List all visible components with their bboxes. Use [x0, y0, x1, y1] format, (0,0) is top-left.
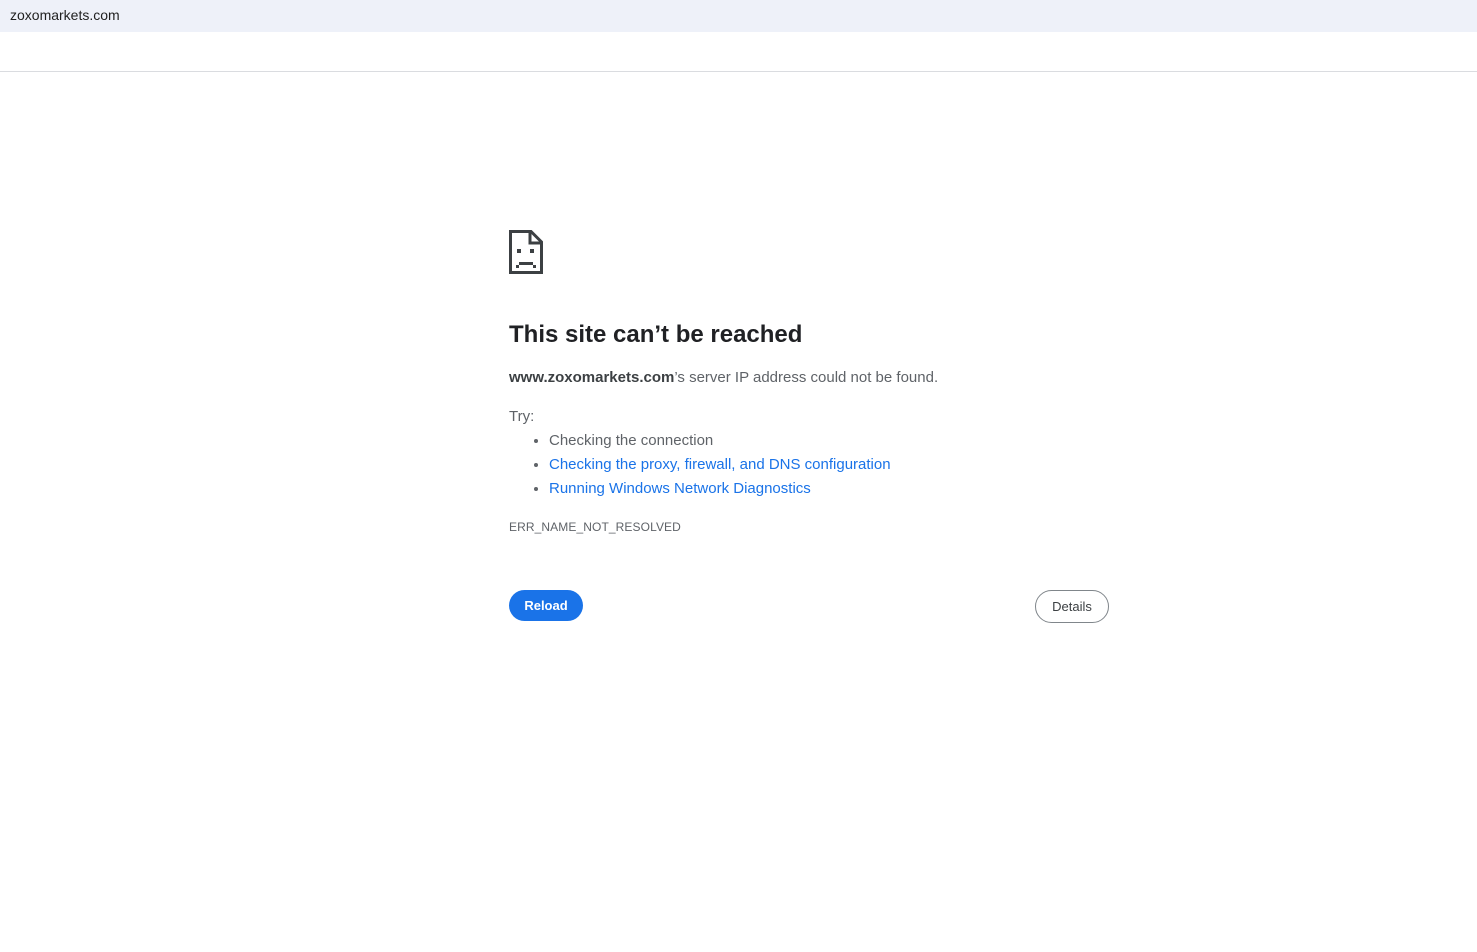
toolbar-area	[0, 32, 1477, 72]
address-bar[interactable]: zoxomarkets.com	[0, 0, 1477, 32]
reload-button[interactable]: Reload	[509, 590, 583, 621]
error-summary: www.zoxomarkets.com’s server IP address …	[509, 369, 938, 386]
sad-page-icon	[509, 230, 543, 274]
suggestion-proxy-dns-link[interactable]: Checking the proxy, firewall, and DNS co…	[549, 456, 891, 473]
error-message: ’s server IP address could not be found.	[674, 369, 939, 386]
details-button[interactable]: Details	[1035, 590, 1109, 623]
suggestion-check-connection: Checking the connection	[549, 432, 714, 449]
list-item: Checking the proxy, firewall, and DNS co…	[549, 453, 891, 477]
error-headline: This site can’t be reached	[509, 321, 803, 348]
list-item: Running Windows Network Diagnostics	[549, 477, 891, 501]
suggestion-network-diagnostics-link[interactable]: Running Windows Network Diagnostics	[549, 480, 811, 497]
try-label: Try:	[509, 408, 535, 425]
address-bar-url[interactable]: zoxomarkets.com	[10, 7, 120, 23]
error-host: www.zoxomarkets.com	[509, 369, 675, 386]
suggestions-list: Checking the connection Checking the pro…	[509, 429, 891, 501]
error-code: ERR_NAME_NOT_RESOLVED	[509, 520, 681, 534]
list-item: Checking the connection	[549, 429, 891, 453]
